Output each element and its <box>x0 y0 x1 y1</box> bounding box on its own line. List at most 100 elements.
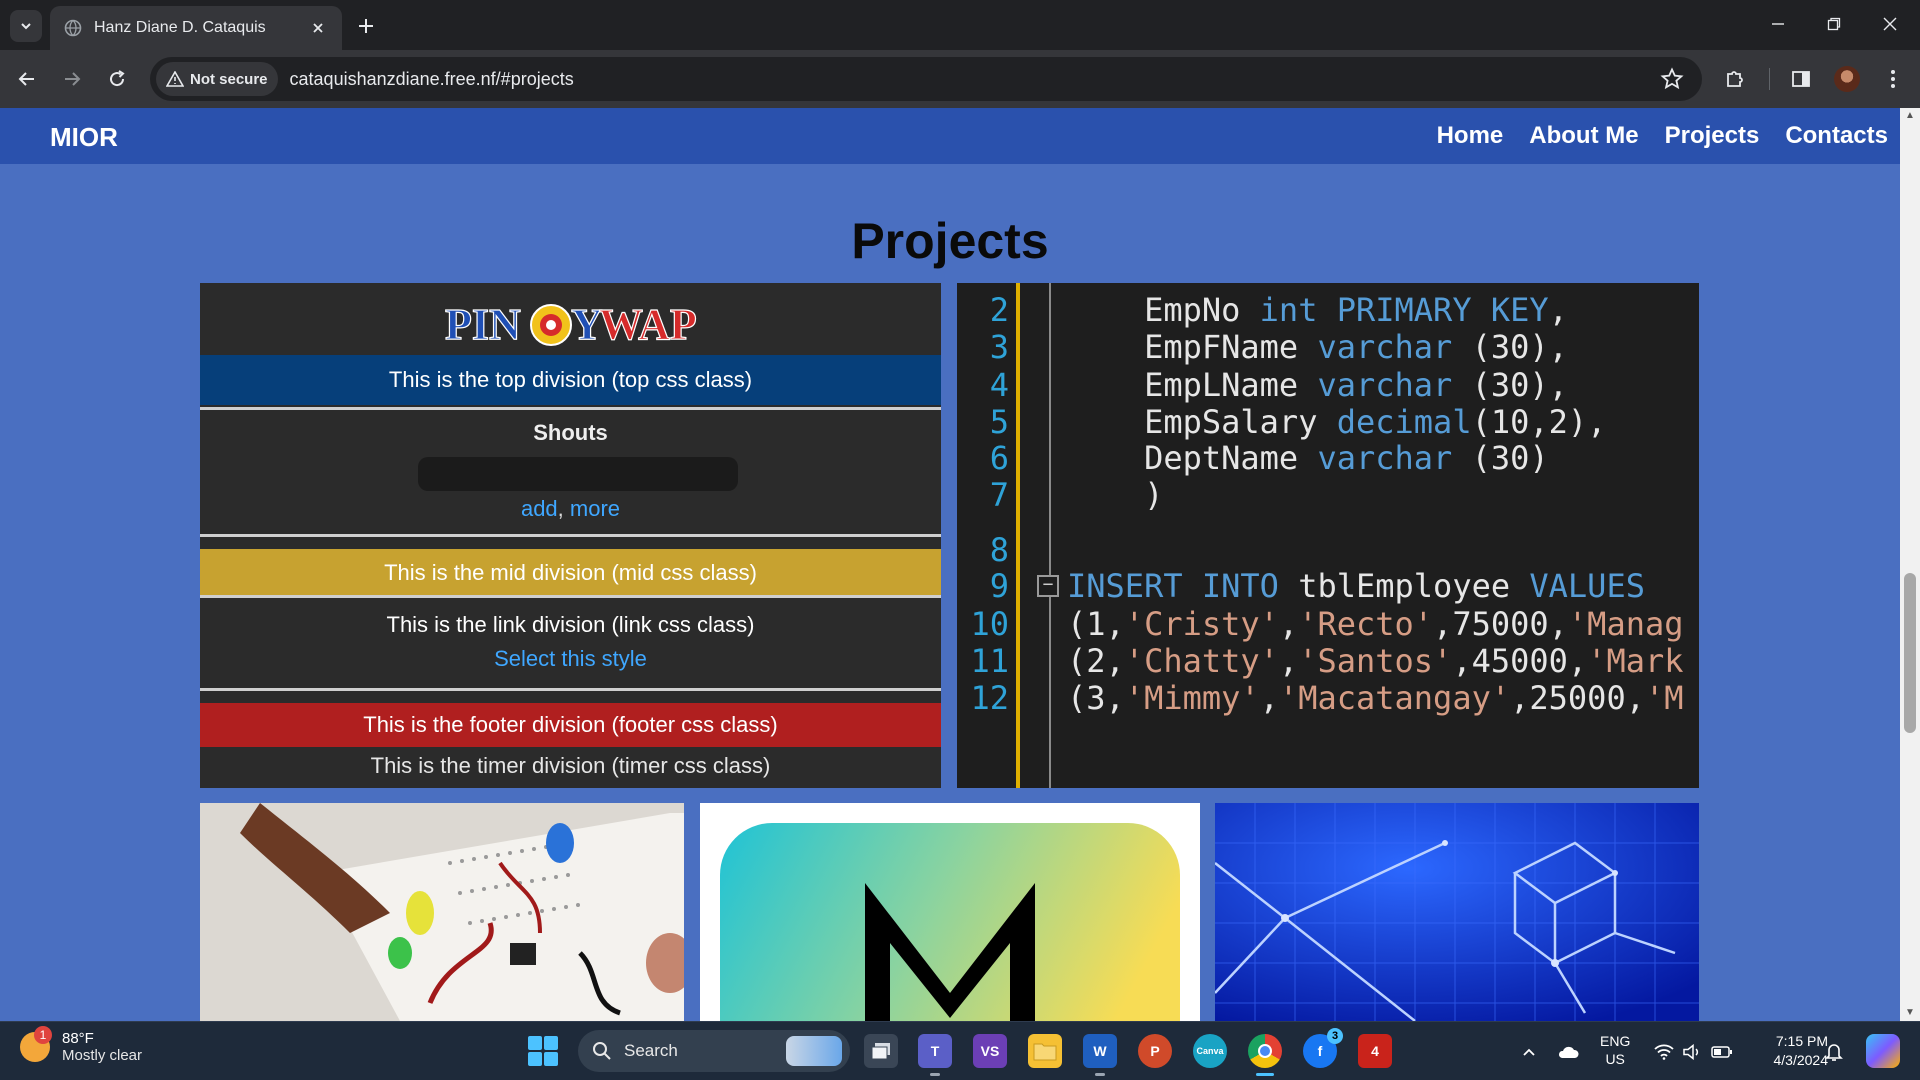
forward-button[interactable] <box>55 62 89 96</box>
clock-time: 7:15 PM <box>1775 1033 1828 1049</box>
back-button[interactable] <box>10 62 44 96</box>
fold-guide <box>1049 283 1051 788</box>
language-code: ENG <box>1600 1033 1631 1049</box>
code-token: ,25000, <box>1510 679 1645 717</box>
code-token: ,45000, <box>1452 642 1588 680</box>
language-indicator[interactable]: ENG US <box>1600 1032 1630 1068</box>
page-scrollbar[interactable]: ▲ ▼ <box>1900 108 1920 1021</box>
new-tab-button[interactable] <box>352 12 380 40</box>
divider <box>200 407 941 410</box>
browser-tab[interactable]: Hanz Diane D. Cataquis <box>50 6 342 50</box>
notification-count: 3 <box>1327 1028 1343 1044</box>
nav-about-me[interactable]: About Me <box>1529 122 1638 150</box>
system-clock[interactable]: 7:15 PM 4/3/2024 <box>1752 1032 1829 1070</box>
volume-icon[interactable] <box>1680 1040 1704 1064</box>
security-chip[interactable]: Not secure <box>156 62 278 96</box>
project-card-network[interactable] <box>1215 803 1699 1021</box>
shouts-more-link[interactable]: more <box>570 496 620 521</box>
reload-icon <box>110 70 125 87</box>
code-token: (1, <box>1067 605 1125 643</box>
code-token: (30) <box>1452 439 1549 477</box>
gutter-marker <box>1016 283 1020 788</box>
select-style-link[interactable]: Select this style <box>200 642 941 676</box>
tab-search-button[interactable] <box>10 10 42 42</box>
cloud-icon[interactable] <box>1556 1040 1580 1064</box>
powerpoint-icon[interactable]: P <box>1138 1034 1172 1068</box>
battery-icon[interactable] <box>1710 1040 1734 1064</box>
extensions-button[interactable] <box>1718 62 1752 96</box>
toolbar-divider <box>1769 68 1770 90</box>
chevron-up-icon[interactable] <box>1517 1040 1541 1064</box>
close-window-button[interactable] <box>1862 4 1918 44</box>
code-token: 'Chatty' <box>1124 642 1279 680</box>
facebook-icon[interactable]: f3 <box>1303 1028 1343 1068</box>
browser-toolbar: Not secure cataquishanzdiane.free.nf/#pr… <box>0 50 1920 108</box>
app-4-icon[interactable]: 4 <box>1358 1034 1392 1068</box>
project-card-sql[interactable]: 2 EmpNo int PRIMARY KEY, 3 EmpFName varch… <box>957 283 1699 788</box>
code-token: EmpFName <box>1067 328 1318 366</box>
scroll-down-icon[interactable]: ▼ <box>1904 1007 1916 1019</box>
nav-home[interactable]: Home <box>1437 122 1504 150</box>
start-button[interactable] <box>528 1036 558 1066</box>
canva-icon[interactable]: Canva <box>1193 1034 1227 1068</box>
minimize-button[interactable] <box>1750 4 1806 44</box>
restore-button[interactable] <box>1806 4 1862 44</box>
copilot-icon[interactable] <box>1866 1034 1900 1068</box>
code-token: VALUES <box>1529 567 1645 605</box>
side-panel-button[interactable] <box>1784 62 1818 96</box>
project-card-m-logo[interactable] <box>700 803 1200 1021</box>
scrollbar-thumb[interactable] <box>1904 573 1916 733</box>
code-token: ) <box>1067 476 1164 514</box>
chrome-icon[interactable] <box>1248 1034 1282 1076</box>
browser-tabstrip: Hanz Diane D. Cataquis <box>0 0 1920 50</box>
teams-icon[interactable]: T <box>918 1034 952 1076</box>
project-card-theme[interactable]: PIN Y WAP This is the top division (top … <box>200 283 941 788</box>
code-token: 'Cristy' <box>1124 605 1279 643</box>
chevron-down-icon <box>21 23 31 30</box>
shouts-title: Shouts <box>533 420 608 445</box>
code-token: 'Recto' <box>1298 605 1434 643</box>
project-card-breadboard[interactable] <box>200 803 684 1021</box>
code-token: 'Mark <box>1587 642 1684 680</box>
code-token: EmpNo <box>1067 291 1260 329</box>
nav-projects[interactable]: Projects <box>1665 122 1760 150</box>
code-token: 'M <box>1644 679 1684 717</box>
word-icon[interactable]: W <box>1083 1034 1117 1076</box>
shouts-links: add, more <box>200 493 941 525</box>
visual-studio-icon[interactable]: VS <box>973 1034 1007 1068</box>
site-brand[interactable]: MIOR <box>50 122 118 153</box>
code-token: , <box>1278 642 1299 680</box>
code-text: ) <box>1067 473 1163 517</box>
top-division: This is the top division (top css class) <box>200 355 941 405</box>
restore-icon <box>1827 17 1841 31</box>
code-token: (30), <box>1452 366 1568 404</box>
code-token: DeptName <box>1067 439 1318 477</box>
wifi-icon[interactable] <box>1652 1040 1676 1064</box>
shouts-add-link[interactable]: add <box>521 496 558 521</box>
scroll-up-icon[interactable]: ▲ <box>1904 110 1916 122</box>
bell-icon[interactable] <box>1822 1040 1846 1064</box>
minimize-icon <box>1772 23 1784 25</box>
code-token: 'Santos' <box>1298 642 1453 680</box>
address-bar[interactable]: Not secure cataquishanzdiane.free.nf/#pr… <box>150 57 1702 101</box>
weather-widget[interactable]: 1 88°F Mostly clear <box>20 1026 142 1064</box>
nav-contacts[interactable]: Contacts <box>1785 122 1888 150</box>
menu-button[interactable] <box>1876 62 1910 96</box>
code-token: , <box>1278 605 1299 643</box>
link-division: This is the link division (link css clas… <box>386 612 755 637</box>
taskbar-search[interactable]: Search <box>578 1030 850 1072</box>
region-code: US <box>1605 1051 1625 1067</box>
file-explorer-icon[interactable] <box>1028 1034 1062 1068</box>
reload-button[interactable] <box>100 62 134 96</box>
close-icon[interactable] <box>308 18 328 38</box>
network-image <box>1215 803 1699 1021</box>
star-icon[interactable] <box>1660 67 1684 91</box>
page-viewport: MIOR Home About Me Projects Contacts Pro… <box>0 108 1900 1021</box>
profile-button[interactable] <box>1830 62 1864 96</box>
divider <box>200 534 941 537</box>
code-token: INSERT INTO <box>1067 567 1279 605</box>
collapse-icon[interactable]: − <box>1037 575 1059 597</box>
windows-logo-tile <box>528 1052 542 1066</box>
running-indicator <box>930 1073 940 1076</box>
task-view-icon[interactable] <box>864 1034 898 1068</box>
